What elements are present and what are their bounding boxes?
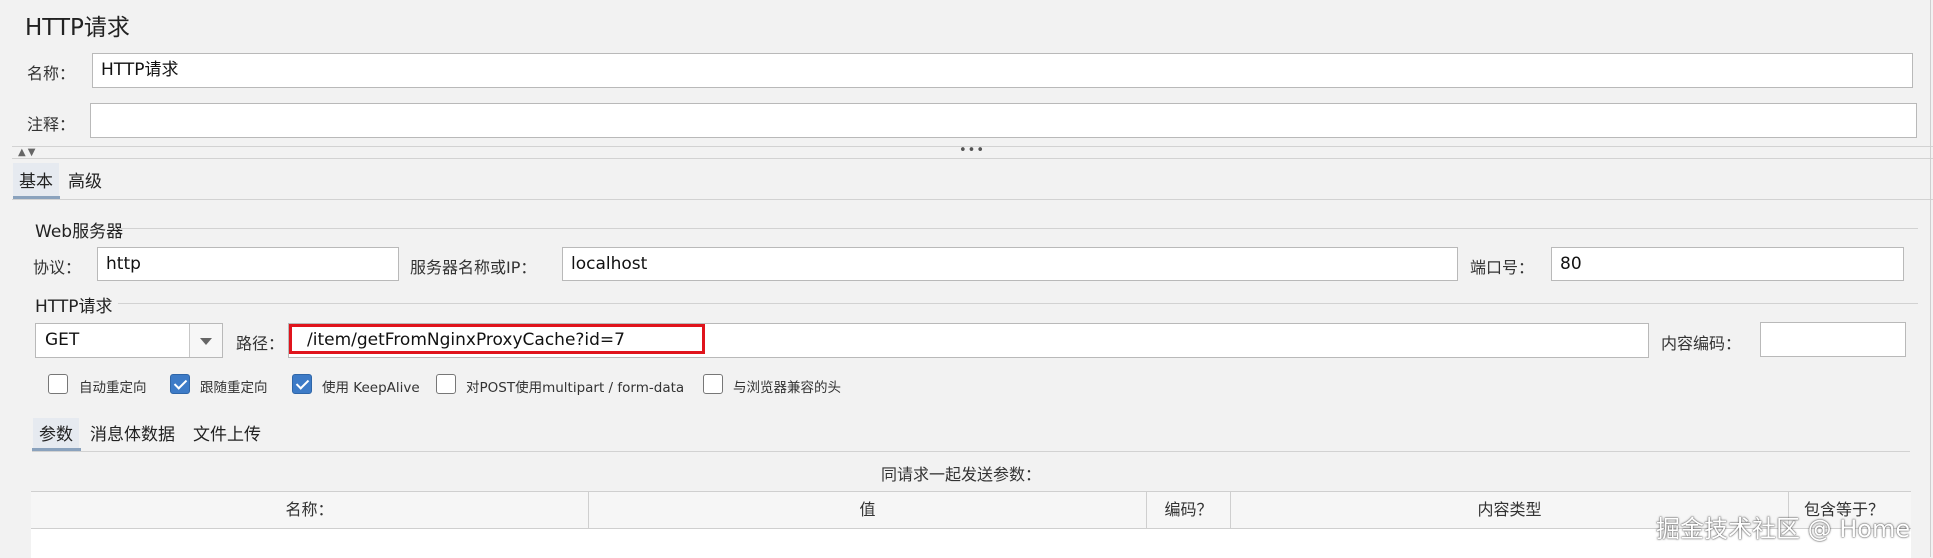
tab-basic[interactable]: 基本 (13, 163, 59, 198)
column-header-name[interactable]: 名称： (31, 492, 589, 528)
web-server-legend: Web服务器 (35, 222, 124, 242)
page-title: HTTP请求 (25, 15, 130, 41)
chevron-down-icon (200, 338, 212, 345)
method-value: GET (45, 330, 80, 350)
method-select[interactable]: GET (35, 323, 223, 358)
server-field[interactable]: localhost (562, 247, 1458, 281)
tabs-baseline (12, 199, 1933, 200)
checkbox-follow-redirect[interactable] (170, 374, 190, 394)
tab-advanced[interactable]: 高级 (68, 167, 102, 192)
option-label-auto-redirect: 自动重定向 (79, 380, 147, 396)
encoding-label: 内容编码： (1661, 334, 1742, 353)
http-request-legend: HTTP请求 (35, 297, 113, 317)
path-label: 路径： (236, 334, 285, 353)
collapse-arrows-icon[interactable]: ▲▼ (18, 147, 37, 158)
sub-tabs-baseline (32, 451, 1910, 452)
checkbox-browser-headers[interactable] (703, 374, 723, 394)
comment-field[interactable] (90, 103, 1917, 138)
protocol-field[interactable]: http (97, 247, 399, 281)
params-caption: 同请求一起发送参数： (881, 465, 1042, 484)
encoding-field[interactable] (1760, 322, 1906, 357)
column-header-encode[interactable]: 编码？ (1147, 492, 1231, 528)
watermark: 掘金技术社区 @ Home (1656, 515, 1911, 543)
tab-parameters[interactable]: 参数 (33, 418, 79, 451)
checkbox-auto-redirect[interactable] (48, 374, 68, 394)
option-label-browser-headers: 与浏览器兼容的头 (733, 380, 841, 396)
port-field[interactable]: 80 (1551, 247, 1904, 281)
path-highlight-box (289, 324, 705, 354)
protocol-label: 协议： (33, 258, 82, 277)
tab-body-data[interactable]: 消息体数据 (90, 420, 175, 445)
name-label: 名称： (27, 64, 76, 83)
right-edge-line (1930, 0, 1931, 557)
column-header-value[interactable]: 值 (589, 492, 1147, 528)
tab-file-upload[interactable]: 文件上传 (193, 420, 261, 445)
http-request-legend-line (118, 303, 1918, 304)
name-field[interactable]: HTTP请求 (92, 53, 1913, 88)
option-label-follow-redirect: 跟随重定向 (200, 380, 268, 396)
splitter-handle-icon[interactable]: ••• (959, 143, 985, 158)
checkbox-multipart[interactable] (436, 374, 456, 394)
option-label-keepalive: 使用 KeepAlive (322, 380, 420, 396)
method-dropdown-button[interactable] (189, 324, 222, 357)
web-server-legend-line (118, 228, 1918, 229)
option-label-multipart: 对POST使用multipart / form-data (466, 380, 685, 396)
table-header-bottom-line (31, 528, 1911, 529)
checkbox-keepalive[interactable] (292, 374, 312, 394)
server-label: 服务器名称或IP： (410, 258, 537, 277)
splitter-bottom-line (12, 158, 1933, 159)
port-label: 端口号： (1470, 258, 1535, 277)
comment-label: 注释： (27, 115, 76, 134)
